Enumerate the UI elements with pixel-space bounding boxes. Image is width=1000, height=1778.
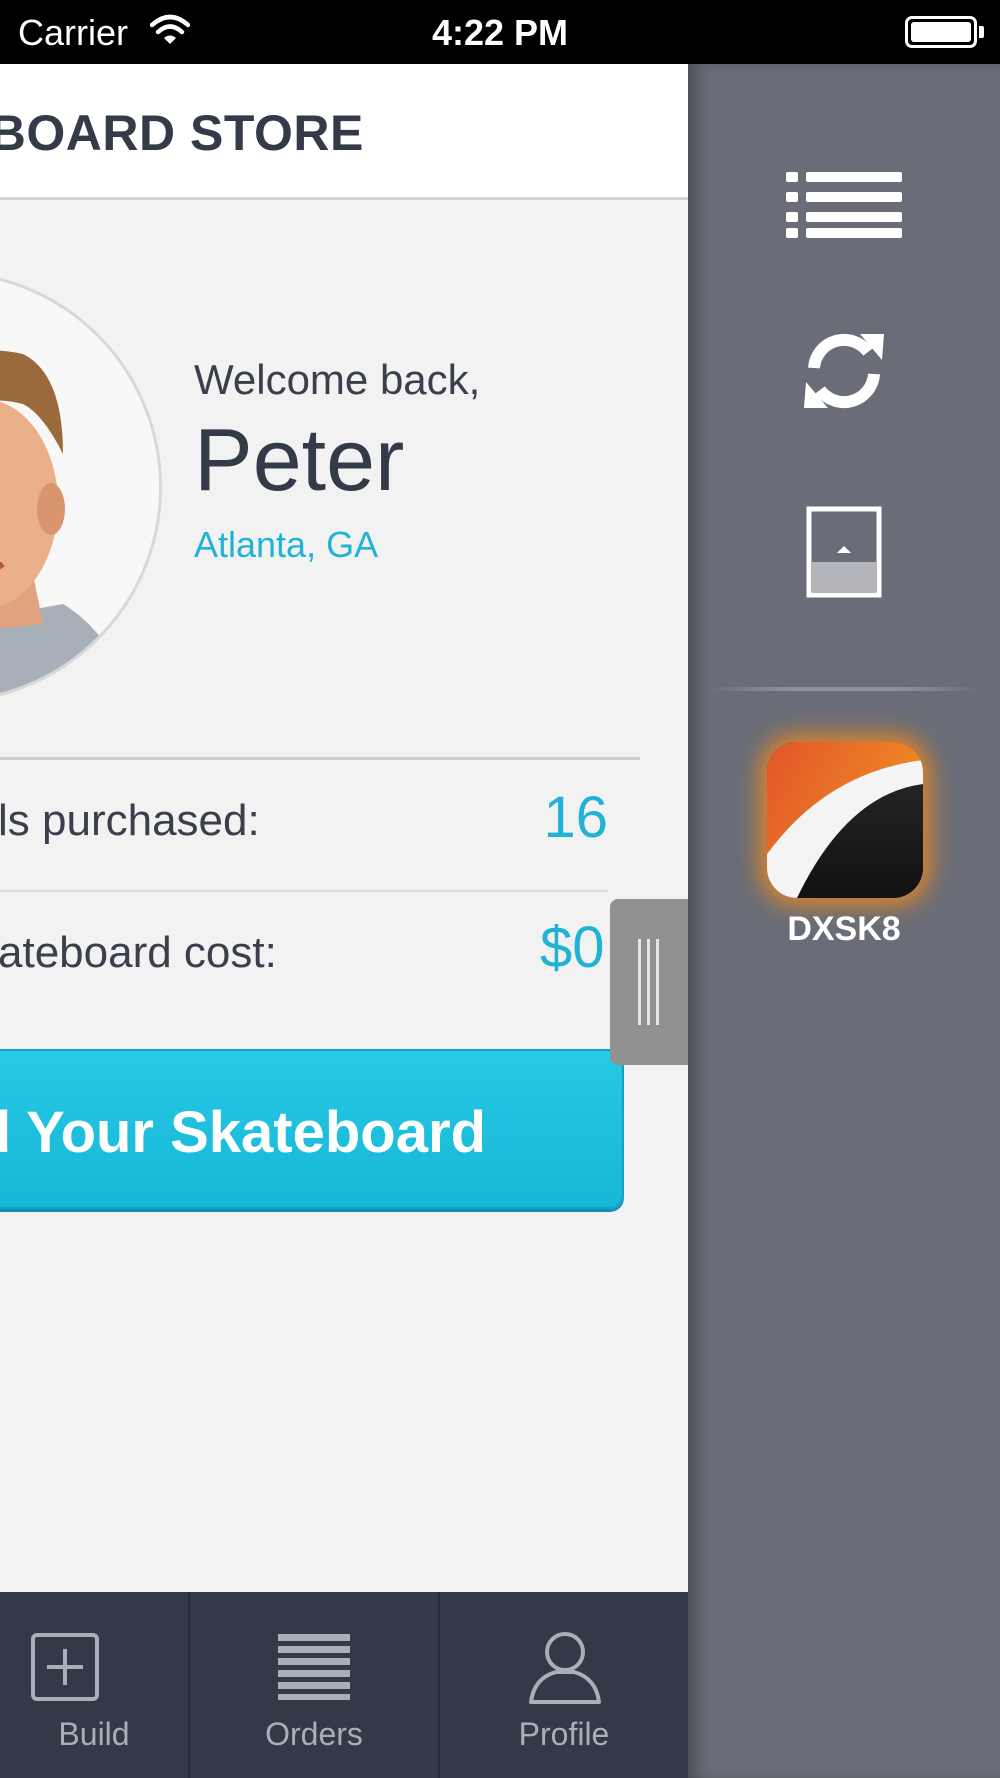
tab-build-label: Build bbox=[58, 1716, 130, 1752]
grip-line bbox=[656, 939, 659, 1025]
plus-square-icon bbox=[31, 1633, 99, 1701]
dxsk8-app-label: DXSK8 bbox=[787, 910, 901, 948]
grip-line bbox=[638, 939, 641, 1025]
user-name: Peter bbox=[194, 410, 405, 509]
build-button-label: d Your Skateboard bbox=[0, 1100, 486, 1165]
tab-orders-label: Orders bbox=[265, 1716, 363, 1752]
avatar[interactable] bbox=[0, 271, 162, 703]
picture-frame-icon[interactable] bbox=[806, 506, 882, 598]
status-bar: Carrier 4:22 PM bbox=[0, 0, 1000, 64]
skateboard-cost-label: ateboard cost: bbox=[0, 928, 277, 977]
person-icon bbox=[529, 1632, 601, 1704]
section-divider bbox=[0, 757, 640, 760]
drawer-divider bbox=[708, 687, 980, 691]
tab-build[interactable]: Build bbox=[0, 1592, 188, 1778]
list-lines-icon bbox=[278, 1634, 350, 1700]
user-location: Atlanta, GA bbox=[194, 524, 379, 565]
stats-divider bbox=[0, 890, 608, 892]
refresh-icon[interactable] bbox=[802, 330, 886, 412]
status-time: 4:22 PM bbox=[431, 12, 569, 53]
battery-icon bbox=[905, 16, 977, 48]
app-header: ATEBOARD STORE bbox=[0, 64, 688, 200]
main-panel: ATEBOARD STORE Welcome back, Peter Atlan… bbox=[0, 64, 688, 1778]
dxsk8-app-icon[interactable] bbox=[767, 742, 923, 898]
tab-bar: Build Orders Profile bbox=[0, 1592, 688, 1778]
welcome-text: Welcome back, bbox=[194, 356, 481, 403]
profile-photo bbox=[0, 274, 159, 700]
dxsk8-logo bbox=[767, 742, 923, 898]
tab-profile-label: Profile bbox=[518, 1716, 610, 1752]
boards-purchased-label: ls purchased: bbox=[0, 796, 260, 845]
tab-orders[interactable]: Orders bbox=[190, 1592, 438, 1778]
grip-line bbox=[647, 939, 650, 1025]
drawer-drag-handle[interactable] bbox=[610, 899, 688, 1065]
boards-purchased-value: 16 bbox=[543, 785, 608, 850]
app-title: ATEBOARD STORE bbox=[0, 105, 364, 161]
skateboard-cost-value: $0 bbox=[540, 915, 605, 980]
tab-profile[interactable]: Profile bbox=[440, 1592, 688, 1778]
menu-list-icon[interactable] bbox=[786, 170, 902, 240]
build-skateboard-button[interactable]: d Your Skateboard bbox=[0, 1049, 624, 1209]
battery-tip bbox=[979, 26, 984, 38]
side-drawer: DXSK8 bbox=[688, 64, 1000, 1778]
